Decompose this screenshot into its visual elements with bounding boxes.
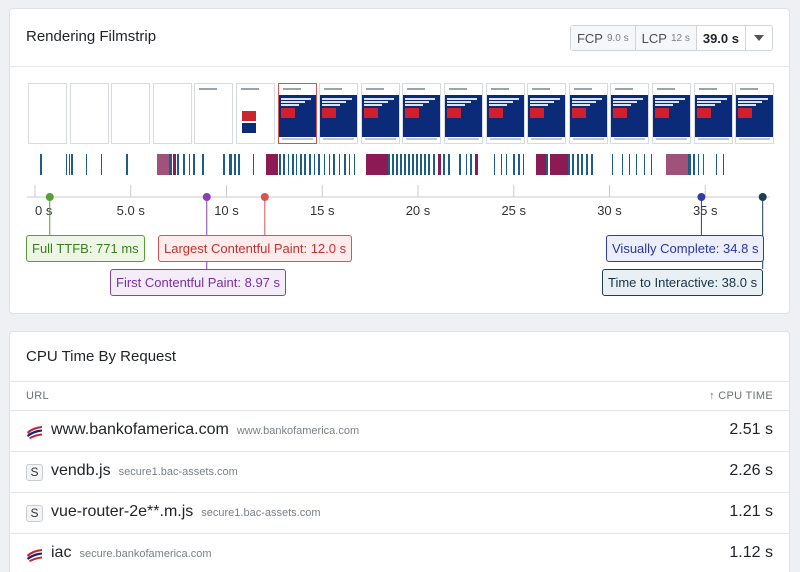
request-url: www.bankofamerica.com xyxy=(51,421,229,438)
axis-tick-label: 10 s xyxy=(214,203,239,218)
cpu-time-value: 2.26 s xyxy=(729,462,773,479)
cpu-time-value: 1.12 s xyxy=(729,544,773,561)
marker-dot xyxy=(45,193,54,201)
request-name: vendb.js secure1.bac-assets.com xyxy=(51,462,238,480)
request-host: secure.bankofamerica.com xyxy=(79,548,212,560)
request-name: www.bankofamerica.com www.bankofamerica.c… xyxy=(51,421,359,439)
request-url: iac xyxy=(51,544,72,561)
axis-tick-label: 5.0 s xyxy=(117,203,146,218)
cpu-time-card: CPU Time By Request URL ↑ CPU TIME www.b… xyxy=(9,331,790,572)
request-url: vendb.js xyxy=(51,462,111,479)
table-row[interactable]: www.bankofamerica.com www.bankofamerica.c… xyxy=(10,410,789,451)
visually-complete-marker-label[interactable]: Visually Complete: 34.8 s xyxy=(606,235,765,262)
script-icon: S xyxy=(26,505,43,522)
tti-marker-label[interactable]: Time to Interactive: 38.0 s xyxy=(602,269,764,296)
request-name: iac secure.bankofamerica.com xyxy=(51,544,212,562)
axis-tick-label: 30 s xyxy=(597,203,622,218)
table-row[interactable]: iac secure.bankofamerica.com 1.12 s xyxy=(10,533,789,572)
card-header: CPU Time By Request xyxy=(10,332,789,382)
card-title: CPU Time By Request xyxy=(26,348,177,365)
ttfb-marker-label[interactable]: Full TTFB: 771 ms xyxy=(26,235,145,262)
axis-tick-label: 15 s xyxy=(310,203,335,218)
cpu-time-value: 1.21 s xyxy=(729,503,773,520)
request-name: vue-router-2e**.m.js secure1.bac-assets.c… xyxy=(51,503,321,521)
cpu-time-column-header[interactable]: ↑ CPU TIME xyxy=(709,390,773,402)
script-icon: S xyxy=(26,464,43,481)
request-host: secure1.bac-assets.com xyxy=(118,466,238,478)
table-row[interactable]: S vendb.js secure1.bac-assets.com 2.26 s xyxy=(10,451,789,492)
url-column-header[interactable]: URL xyxy=(26,390,49,402)
request-host: secure1.bac-assets.com xyxy=(201,507,321,519)
marker-dot xyxy=(697,193,706,201)
table-row[interactable]: S vue-router-2e**.m.js secure1.bac-assets… xyxy=(10,492,789,533)
fcp-marker-label[interactable]: First Contentful Paint: 8.97 s xyxy=(110,269,287,296)
request-url: vue-router-2e**.m.js xyxy=(51,503,194,520)
cpu-time-value: 2.51 s xyxy=(729,421,773,438)
marker-dot xyxy=(260,193,269,201)
marker-dot xyxy=(202,193,211,201)
axis-tick-label: 20 s xyxy=(406,203,431,218)
marker-dot xyxy=(758,193,767,201)
boa-flag-icon xyxy=(26,423,43,440)
lcp-marker-label[interactable]: Largest Contentful Paint: 12.0 s xyxy=(158,235,353,262)
request-host: www.bankofamerica.com xyxy=(236,425,360,437)
axis-tick-label: 25 s xyxy=(501,203,526,218)
rendering-filmstrip-card: Rendering Filmstrip FCP 9.0 s LCP 12 s 3… xyxy=(9,8,790,314)
axis-tick-label: 35 s xyxy=(693,203,718,218)
boa-flag-icon xyxy=(26,546,43,563)
